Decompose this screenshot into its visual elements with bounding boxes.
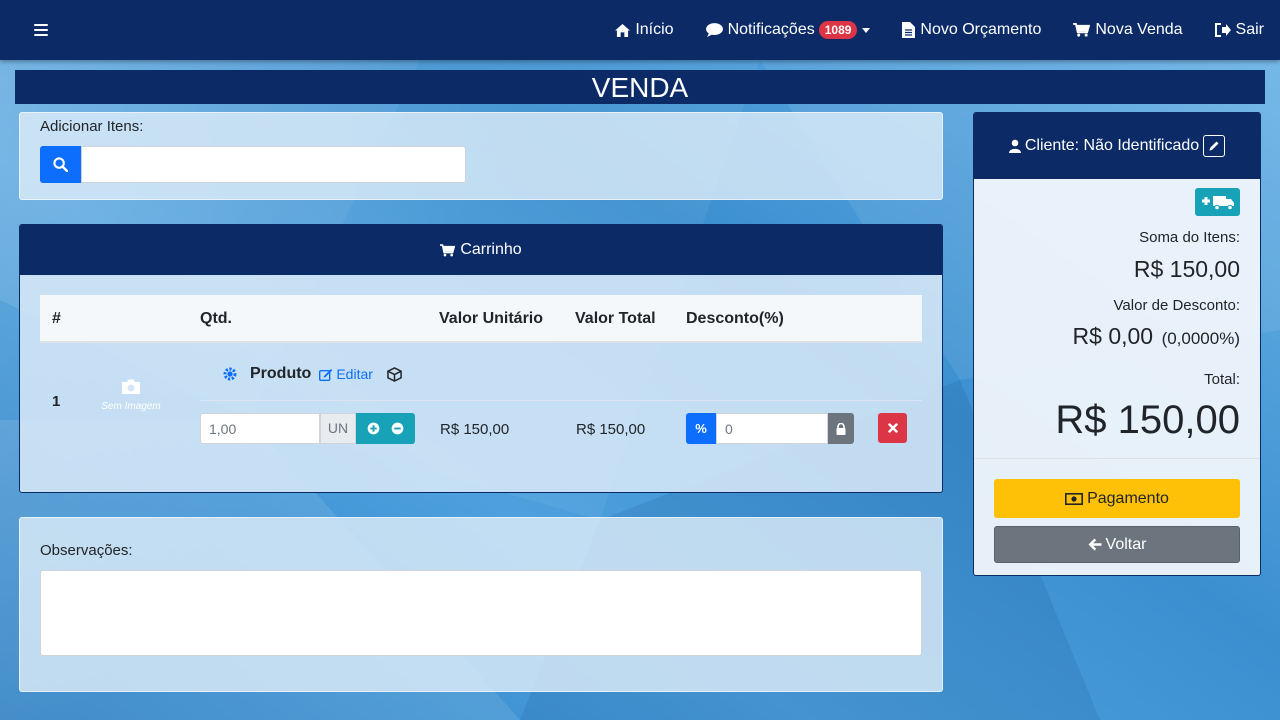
edit-icon xyxy=(319,368,333,381)
truck-plus-icon xyxy=(1201,196,1234,211)
observations-textarea[interactable] xyxy=(40,570,922,656)
discount-summary: R$ 0,00 (0,0000%) xyxy=(1073,323,1240,350)
row-divider xyxy=(200,400,922,401)
discount-percent: (0,0000%) xyxy=(1161,329,1240,348)
col-total: Valor Total xyxy=(575,310,656,327)
camera-icon xyxy=(122,379,140,394)
edit-product-link[interactable]: Editar xyxy=(319,366,373,382)
remove-item-button[interactable] xyxy=(878,413,907,443)
payment-button[interactable]: Pagamento xyxy=(994,479,1240,518)
payment-label: Pagamento xyxy=(1087,489,1169,507)
quantity-input[interactable]: 1,00 xyxy=(200,413,320,444)
no-image-text: Sem Imagem xyxy=(101,401,161,412)
discount-label: Valor de Desconto: xyxy=(1113,297,1240,314)
minus-circle-icon[interactable] xyxy=(391,422,404,435)
row-index: 1 xyxy=(52,393,61,410)
discount-value: R$ 0,00 xyxy=(1072,323,1154,349)
add-delivery-button[interactable] xyxy=(1195,188,1240,216)
cube-icon[interactable] xyxy=(387,366,402,382)
cart-table-header: # Qtd. Valor Unitário Valor Total Descon… xyxy=(40,295,922,343)
col-index: # xyxy=(52,310,61,327)
product-info: Produto Editar xyxy=(223,365,402,383)
discount-input[interactable]: 0 xyxy=(716,413,828,444)
file-icon xyxy=(902,22,916,38)
nav-nova-venda[interactable]: Nova Venda xyxy=(1073,21,1183,39)
add-items-label: Adicionar Itens: xyxy=(40,118,144,135)
product-image-placeholder: Sem Imagem xyxy=(100,379,162,412)
search-button[interactable] xyxy=(40,146,81,183)
nav-inicio[interactable]: Início xyxy=(615,21,674,39)
col-unit-price: Valor Unitário xyxy=(439,310,544,327)
client-label: Cliente: Não Identificado xyxy=(1024,137,1200,154)
lock-button[interactable] xyxy=(828,413,854,444)
search-icon xyxy=(53,157,68,172)
edit-client-button[interactable] xyxy=(1203,135,1226,157)
user-icon xyxy=(1008,139,1021,153)
add-items-panel: Adicionar Itens: xyxy=(19,112,943,200)
top-navbar: Início Notificações 1089 Novo Orçamento … xyxy=(0,0,1280,60)
items-sum-label: Soma do Itens: xyxy=(1139,229,1240,246)
client-header: Cliente: Não Identificado xyxy=(974,113,1260,179)
observations-label: Observações: xyxy=(40,542,133,559)
discount-type-button[interactable]: % xyxy=(686,413,716,444)
sign-out-icon xyxy=(1214,23,1231,37)
nav-sair[interactable]: Sair xyxy=(1214,21,1264,39)
cart-icon xyxy=(1073,23,1091,37)
items-sum-value: R$ 150,00 xyxy=(1133,256,1240,282)
plus-circle-icon[interactable] xyxy=(367,422,380,435)
nav-novo-orcamento[interactable]: Novo Orçamento xyxy=(902,21,1041,39)
page-title: VENDA xyxy=(15,70,1265,104)
search-input[interactable] xyxy=(81,146,466,183)
lock-icon xyxy=(836,422,846,435)
cart-icon xyxy=(440,243,456,256)
unit-label: UN xyxy=(320,413,356,444)
edit-label: Editar xyxy=(336,366,373,382)
cart-panel: Carrinho # Qtd. Valor Unitário Valor Tot… xyxy=(19,224,943,493)
product-name: Produto xyxy=(250,365,312,382)
chevron-down-icon xyxy=(862,27,871,33)
unit-price: R$ 150,00 xyxy=(440,421,510,438)
nav-notificacoes[interactable]: Notificações 1089 xyxy=(705,21,871,39)
bars-icon[interactable] xyxy=(34,24,48,36)
total-price: R$ 150,00 xyxy=(576,421,646,438)
comment-icon xyxy=(705,23,723,37)
nav-notificacoes-label: Notificações xyxy=(727,21,815,38)
total-value: R$ 150,00 xyxy=(1055,398,1240,442)
home-icon xyxy=(615,23,631,37)
notifications-badge: 1089 xyxy=(818,21,858,39)
arrow-left-icon xyxy=(1088,538,1102,551)
pencil-icon xyxy=(1209,141,1219,151)
sale-summary-panel: Cliente: Não Identificado Soma do Itens:… xyxy=(973,112,1261,576)
money-icon xyxy=(1065,492,1084,505)
nav-nova-venda-label: Nova Venda xyxy=(1095,21,1183,38)
cart-title: Carrinho xyxy=(460,241,522,258)
col-qty: Qtd. xyxy=(200,310,232,327)
total-label: Total: xyxy=(1204,371,1240,388)
cart-header: Carrinho xyxy=(20,225,942,275)
nav-inicio-label: Início xyxy=(635,21,674,38)
gear-icon[interactable] xyxy=(223,367,237,381)
quantity-stepper xyxy=(356,413,415,444)
summary-divider xyxy=(974,458,1260,459)
back-label: Voltar xyxy=(1105,535,1147,553)
nav-novo-orcamento-label: Novo Orçamento xyxy=(920,21,1042,38)
close-icon xyxy=(887,423,898,433)
nav-sair-label: Sair xyxy=(1235,21,1264,38)
col-discount: Desconto(%) xyxy=(686,310,784,327)
observations-panel: Observações: xyxy=(19,517,943,692)
back-button[interactable]: Voltar xyxy=(994,526,1240,563)
